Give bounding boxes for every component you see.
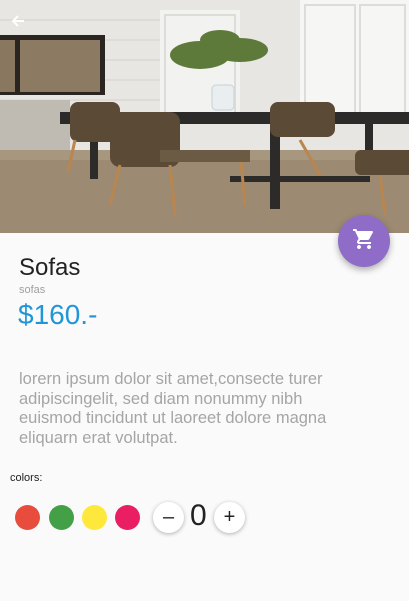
color-swatch-green[interactable] bbox=[49, 505, 74, 530]
product-title: Sofas bbox=[19, 254, 81, 281]
product-image bbox=[0, 0, 409, 233]
colors-label: colors: bbox=[10, 472, 43, 484]
color-swatch-yellow[interactable] bbox=[82, 505, 107, 530]
shopping-cart-icon bbox=[352, 227, 376, 256]
back-button[interactable] bbox=[6, 10, 30, 34]
increment-button[interactable]: + bbox=[214, 502, 245, 533]
decrement-button[interactable]: – bbox=[153, 502, 184, 533]
quantity-value: 0 bbox=[190, 499, 207, 532]
plus-label: + bbox=[223, 506, 236, 528]
product-price: $160.- bbox=[18, 299, 98, 330]
add-to-cart-button[interactable] bbox=[338, 215, 390, 267]
color-swatch-pink[interactable] bbox=[115, 505, 140, 530]
arrow-left-icon bbox=[11, 12, 25, 33]
minus-label: – bbox=[162, 506, 175, 528]
color-swatch-red[interactable] bbox=[15, 505, 40, 530]
product-category: sofas bbox=[19, 284, 46, 296]
product-description: lorern ipsum dolor sit amet,consecte tur… bbox=[19, 370, 327, 447]
